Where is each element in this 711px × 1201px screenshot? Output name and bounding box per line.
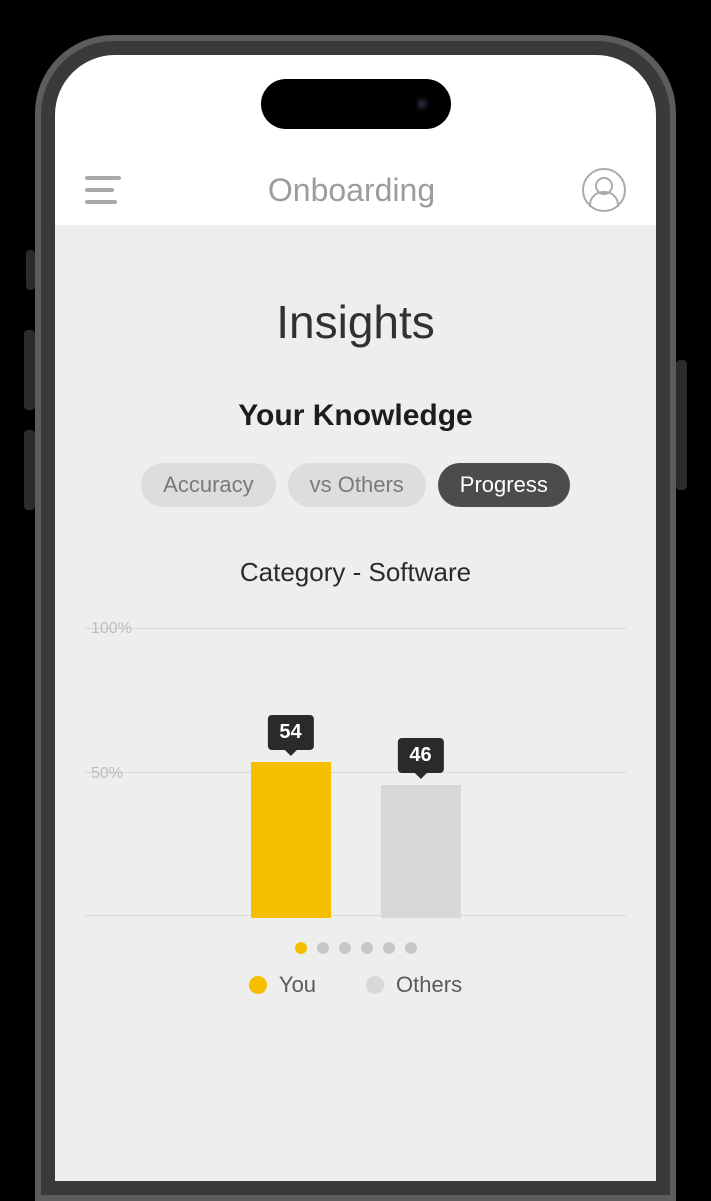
segment-vs-others[interactable]: vs Others [288, 463, 426, 507]
profile-icon[interactable] [582, 168, 626, 212]
bar-you-wrap: 54 [251, 629, 331, 918]
dot-4[interactable] [361, 942, 373, 954]
phone-volume-down [24, 430, 35, 510]
phone-volume-up [24, 330, 35, 410]
dot-6[interactable] [405, 942, 417, 954]
dot-1[interactable] [295, 942, 307, 954]
phone-mute-switch [26, 250, 35, 290]
dot-3[interactable] [339, 942, 351, 954]
bar-you: 54 [251, 762, 331, 918]
phone-power-button [676, 360, 687, 490]
dot-5[interactable] [383, 942, 395, 954]
dot-2[interactable] [317, 942, 329, 954]
bar-others-value: 46 [397, 738, 443, 773]
segment-accuracy[interactable]: Accuracy [141, 463, 275, 507]
bar-others-wrap: 46 [381, 629, 461, 918]
dynamic-island [261, 79, 451, 129]
segment-progress[interactable]: Progress [438, 463, 570, 507]
legend-label-you: You [279, 972, 316, 998]
app-header: Onboarding [55, 155, 656, 225]
phone-frame-inner: Onboarding Insights Your Knowledge Accur… [41, 41, 670, 1195]
bar-others: 46 [381, 785, 461, 918]
pagination-dots [85, 942, 626, 954]
page-title: Insights [85, 295, 626, 349]
bar-chart: 100% 50% 54 46 [85, 628, 626, 918]
legend-label-others: Others [396, 972, 462, 998]
menu-icon[interactable] [85, 176, 121, 204]
category-label: Category - Software [85, 557, 626, 588]
bars-container: 54 46 [85, 629, 626, 918]
segmented-control: Accuracy vs Others Progress [141, 463, 570, 507]
page-body: Insights Your Knowledge Accuracy vs Othe… [55, 225, 656, 1181]
legend-you: You [249, 972, 316, 998]
chart-legend: You Others [85, 972, 626, 998]
header-title: Onboarding [268, 172, 435, 209]
screen: Onboarding Insights Your Knowledge Accur… [55, 55, 656, 1181]
legend-swatch-you [249, 976, 267, 994]
section-subtitle: Your Knowledge [85, 399, 626, 433]
bar-you-value: 54 [267, 715, 313, 750]
legend-swatch-others [366, 976, 384, 994]
legend-others: Others [366, 972, 462, 998]
phone-frame: Onboarding Insights Your Knowledge Accur… [35, 35, 676, 1201]
